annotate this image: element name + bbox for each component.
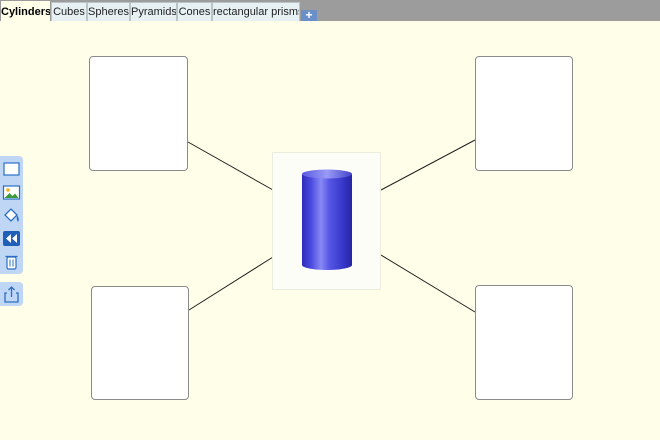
cylinder-image <box>302 169 352 270</box>
arrange-icon[interactable] <box>2 229 21 248</box>
connector-top-right <box>380 139 476 191</box>
secondary-toolbar <box>0 282 23 306</box>
rectangle-icon[interactable] <box>2 160 21 179</box>
fill-color-icon[interactable] <box>2 206 21 225</box>
insert-image-icon[interactable] <box>2 183 21 202</box>
connector-top-left <box>187 141 274 191</box>
card-top-right[interactable] <box>475 56 573 171</box>
card-bottom-right[interactable] <box>475 285 573 400</box>
trash-icon[interactable] <box>2 252 21 271</box>
connector-bottom-right <box>380 254 476 313</box>
center-card[interactable] <box>272 152 381 290</box>
connector-bottom-left <box>188 256 274 311</box>
card-top-left[interactable] <box>89 56 188 171</box>
export-icon[interactable] <box>2 285 21 304</box>
card-bottom-left[interactable] <box>91 286 189 400</box>
left-toolbar <box>0 156 23 274</box>
